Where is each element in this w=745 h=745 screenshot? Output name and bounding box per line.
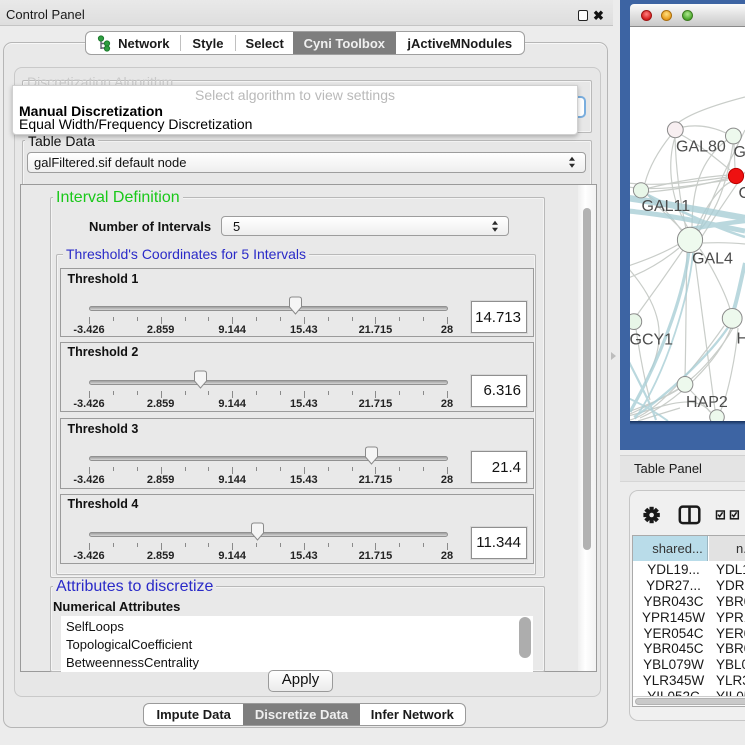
svg-text:GAL4: GAL4 (692, 251, 733, 268)
svg-text:C: C (739, 185, 745, 202)
svg-text:GA: GA (734, 144, 745, 161)
svg-text:H: H (737, 331, 745, 348)
svg-text:HAP2: HAP2 (686, 394, 728, 411)
svg-text:GAL80: GAL80 (676, 139, 726, 156)
svg-text:GAL11: GAL11 (642, 198, 691, 215)
svg-text:GCY1: GCY1 (630, 332, 673, 349)
